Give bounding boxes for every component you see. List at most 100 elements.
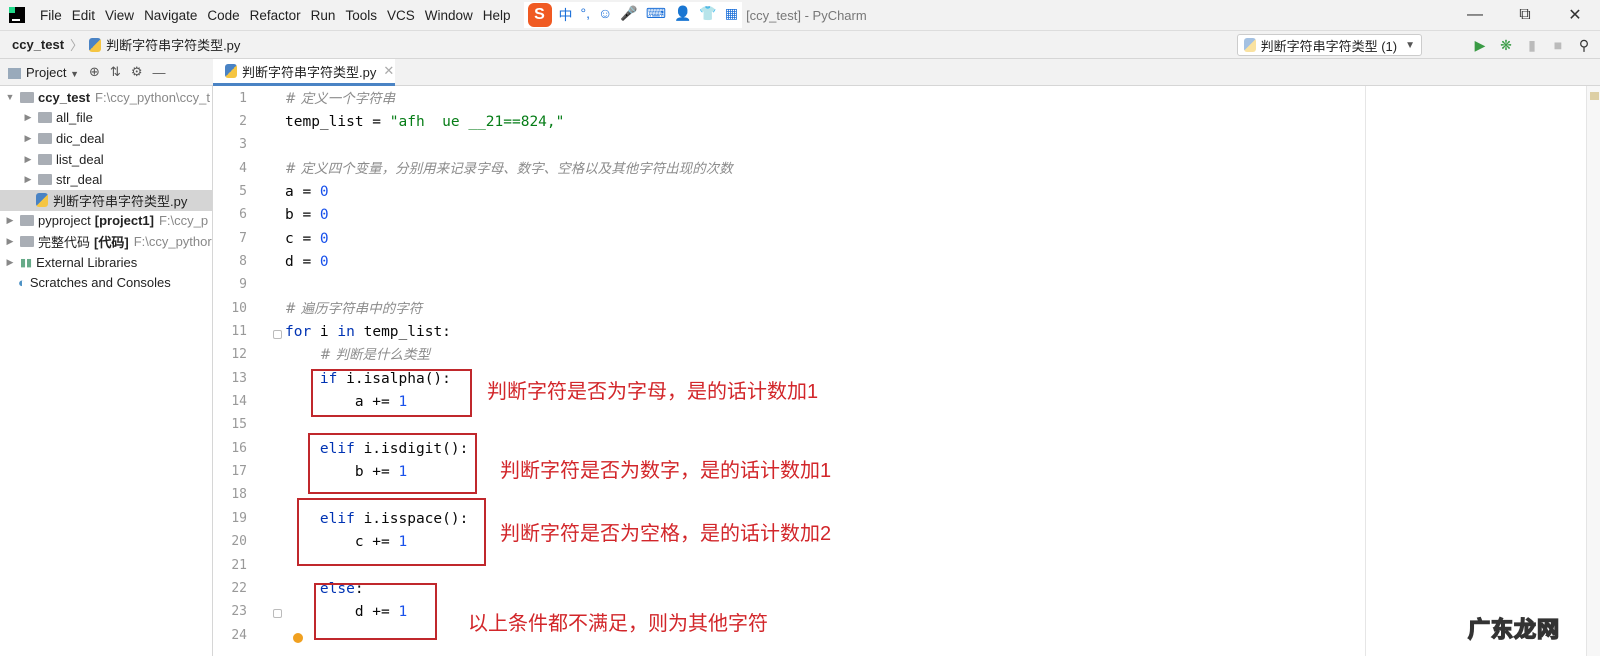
code-token: temp_list = [285,113,390,130]
chevron-down-icon: ▼ [70,68,80,79]
tree-item[interactable]: ▶ pyproject [project1] F:\ccy_p [0,211,212,232]
menu-vcs[interactable]: VCS [382,8,420,23]
code-line: for i in temp_list: [285,321,451,344]
tree-item-tag: [代码] [94,234,129,250]
line-number: 22 [231,580,247,596]
folder-icon [20,91,34,103]
code-token: 0 [319,253,329,270]
editor-scrollbar[interactable] [1586,86,1600,656]
breadcrumb-project[interactable]: ccy_test [12,37,64,52]
debug-icon[interactable]: ❋ [1498,37,1514,54]
ime-icon[interactable]: ▦ [725,5,738,25]
tree-item-label: ccy_test [38,89,91,105]
ime-icon[interactable]: ☺ [598,5,612,25]
locate-icon[interactable]: ⊕ [89,64,100,80]
tree-item[interactable]: ▶ ▮▮ External Libraries [0,252,212,273]
library-icon: ▮▮ [20,256,33,269]
run-configuration-select[interactable]: 判断字符串字符类型 (1) ▼ [1236,34,1422,56]
code-token: for [285,324,312,340]
code-token: 0 [319,183,329,200]
close-tab-icon[interactable]: ✕ [383,63,394,79]
line-number: 10 [231,300,247,316]
menu-code[interactable]: Code [202,8,244,23]
lightbulb-icon[interactable] [293,633,303,643]
expand-right-icon[interactable]: ▶ [22,174,34,185]
folder-icon [38,112,52,124]
minimize-button[interactable]: — [1450,0,1500,30]
tree-item[interactable]: ▶ list_deal [0,149,212,170]
tree-item-label: dic_deal [56,130,105,146]
menu-window[interactable]: Window [420,8,478,23]
project-view-select[interactable]: Project ▼ [8,65,79,80]
tree-item-label: list_deal [56,151,104,167]
stop-icon[interactable]: ■ [1550,37,1566,53]
ime-icon[interactable]: 👤 [674,5,691,25]
line-number: 15 [231,417,247,433]
breadcrumb-file[interactable]: 判断字符串字符类型.py [106,35,240,54]
code-token: temp_list: [354,324,451,340]
ime-icon[interactable]: ⌨ [646,5,666,25]
menu-file[interactable]: File [35,8,67,23]
tab-file[interactable]: 判断字符串字符类型.py ✕ [213,59,395,86]
ime-toolbar: S 中 °, ☺ 🎤 ⌨ 👤 👕 ▦ [523,2,743,28]
tree-item[interactable]: ▶ all_file [0,108,212,129]
expand-down-icon[interactable]: ▼ [4,92,16,102]
tree-item-label: 完整代码 [38,234,91,250]
code-token: # 定义一个字符串 [285,90,396,107]
menu-view[interactable]: View [100,8,139,23]
expand-right-icon[interactable]: ▶ [4,215,16,226]
menu-navigate[interactable]: Navigate [139,8,202,23]
menu-refactor[interactable]: Refactor [245,8,306,23]
line-number: 12 [231,347,247,363]
folder-icon [38,174,52,186]
tree-item[interactable]: 判断字符串字符类型.py [0,189,212,211]
line-number: 1 [239,90,247,106]
line-number: 6 [239,207,247,223]
tree-item[interactable]: ▶ dic_deal [0,128,212,149]
fold-icon[interactable] [273,609,282,618]
line-number: 16 [231,440,247,456]
search-icon[interactable]: ⚲ [1576,37,1592,54]
menu-tools[interactable]: Tools [340,8,382,23]
code-token: # 遍历字符串中的字符 [285,300,423,317]
ime-icon[interactable]: °, [581,5,591,25]
ime-icon[interactable]: 👕 [699,5,716,25]
menu-edit[interactable]: Edit [67,8,100,23]
folder-icon [20,215,34,227]
code-token: # 判断是什么类型 [319,347,431,364]
expand-right-icon[interactable]: ▶ [22,133,34,144]
menu-run[interactable]: Run [306,8,341,23]
expand-right-icon[interactable]: ▶ [4,257,16,268]
tree-item[interactable]: ▶ str_deal [0,169,212,190]
code-line: b = 0 [285,204,329,227]
ime-icon[interactable]: 中 [559,5,573,25]
tree-item-label: str_deal [56,172,103,188]
tree-item[interactable]: ▼ ccy_test F:\ccy_python\ccy_t [0,87,212,108]
coverage-icon[interactable]: ▮ [1524,37,1540,54]
fold-icon[interactable] [273,330,282,339]
expand-right-icon[interactable]: ▶ [4,236,16,247]
collapse-icon[interactable]: ⇅ [110,64,121,80]
sogou-icon[interactable]: S [527,3,552,27]
line-number: 7 [239,230,247,246]
maximize-button[interactable]: ⧉ [1500,0,1550,30]
menu-help[interactable]: Help [478,8,516,23]
code-token: d = [285,253,320,270]
code-line: # 定义四个变量，分别用来记录字母、数字、空格以及其他字符出现的次数 [285,158,733,181]
run-icon[interactable]: ▶ [1472,37,1488,54]
right-margin-guide [1365,86,1366,656]
expand-right-icon[interactable]: ▶ [22,112,34,123]
tree-item[interactable]: ◐ Scratches and Consoles [0,272,212,293]
code-line: c = 0 [285,228,329,251]
expand-right-icon[interactable]: ▶ [22,154,34,165]
hide-icon[interactable]: — [152,65,165,80]
tree-item[interactable]: ▶ 完整代码 [代码] F:\ccy_pythor [0,231,212,252]
tree-item-label: Scratches and Consoles [29,275,171,291]
ime-icon[interactable]: 🎤 [620,5,637,25]
line-number: 9 [239,277,247,293]
line-number: 17 [231,464,247,480]
gear-icon[interactable]: ⚙ [131,64,143,80]
tree-item-label: External Libraries [36,254,138,270]
line-number: 23 [231,604,247,620]
close-button[interactable]: ✕ [1550,0,1600,30]
